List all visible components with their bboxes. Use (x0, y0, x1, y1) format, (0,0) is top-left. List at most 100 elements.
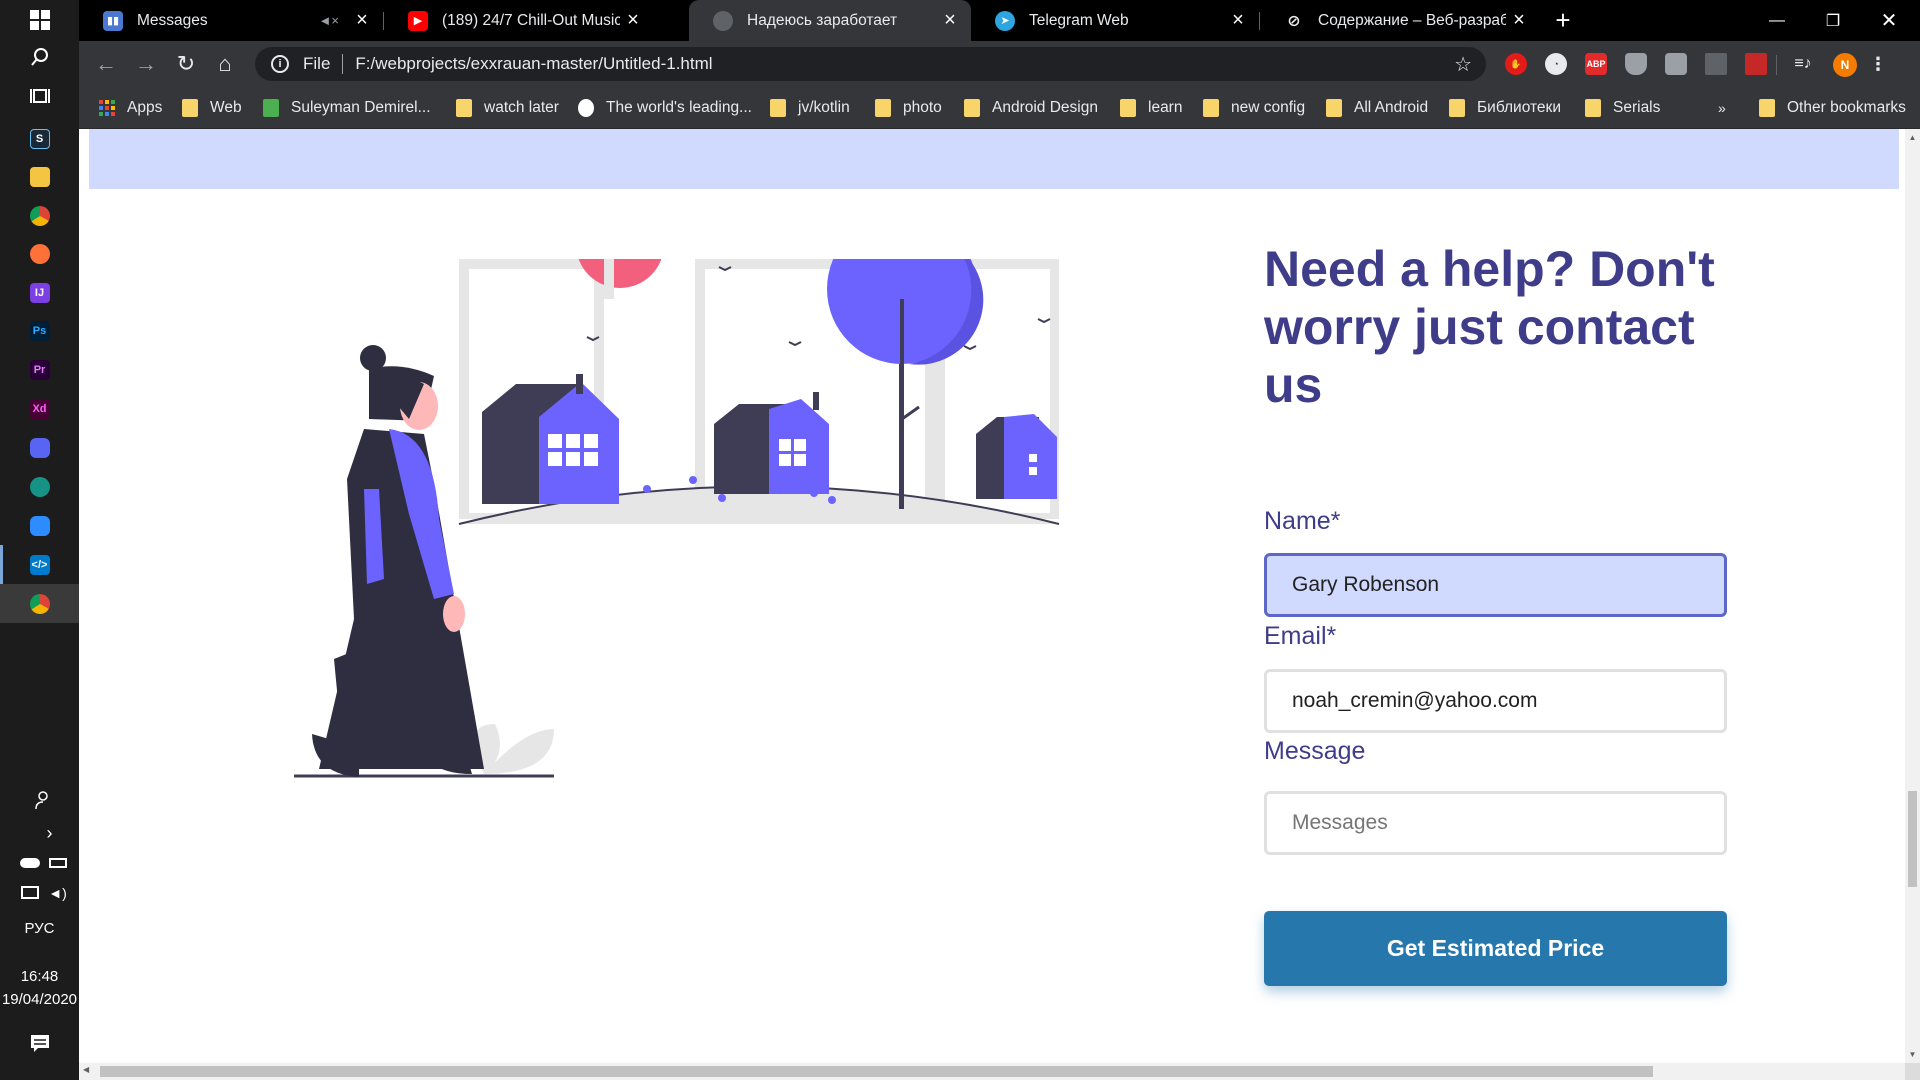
bookmark-item[interactable]: photo (875, 87, 942, 129)
language-indicator[interactable]: РУС (0, 920, 79, 937)
close-window-button[interactable]: ✕ (1861, 0, 1917, 41)
close-icon[interactable]: × (1506, 9, 1532, 32)
xd-icon[interactable]: Xd (0, 389, 79, 428)
scrollbar-thumb[interactable] (1908, 791, 1917, 887)
url-text[interactable]: F:/webprojects/exxrauan-master/Untitled-… (355, 54, 712, 74)
home-button[interactable]: ⌂ (210, 49, 240, 79)
clock-time[interactable]: 16:48 (0, 968, 79, 985)
bookmark-item[interactable]: watch later (456, 87, 559, 129)
bookmark-item[interactable]: learn (1120, 87, 1182, 129)
lightbulb-icon[interactable] (1665, 53, 1687, 75)
premiere-icon[interactable]: Pr (0, 350, 79, 389)
jetbrains-icon[interactable]: IJ (0, 273, 79, 312)
extension-speed-icon[interactable]: ◔ (1545, 53, 1567, 75)
bookmark-item[interactable]: Web (182, 87, 242, 129)
bookmark-item[interactable]: Serials (1585, 87, 1660, 129)
photoshop-icon[interactable]: Ps (0, 311, 79, 350)
scroll-down-arrow-icon[interactable]: ▼ (1905, 1050, 1920, 1059)
cube-icon[interactable] (1705, 53, 1727, 75)
restore-button[interactable]: ❐ (1805, 0, 1861, 41)
telegram-icon: ➤ (995, 10, 1015, 31)
folder-icon (1585, 99, 1601, 117)
bookmark-item[interactable]: new config (1203, 87, 1305, 129)
notification-icon[interactable] (0, 1023, 79, 1062)
name-input[interactable] (1264, 553, 1727, 617)
get-estimated-price-button[interactable]: Get Estimated Price (1264, 911, 1727, 986)
folder-icon (1326, 99, 1342, 117)
profile-avatar[interactable]: N (1833, 53, 1857, 77)
gitkraken-icon[interactable] (0, 467, 79, 506)
bookmarks-bar: Apps Web Suleyman Demirel... watch later… (79, 87, 1920, 129)
muted-audio-icon[interactable]: ◄× (319, 13, 339, 28)
forward-button[interactable]: → (131, 49, 161, 79)
close-icon[interactable]: × (937, 9, 963, 32)
file-explorer-icon[interactable] (0, 157, 79, 196)
bookmark-star-icon[interactable]: ☆ (1454, 52, 1472, 77)
menu-kebab-icon[interactable]: ⋮ (1867, 53, 1889, 75)
media-control-icon[interactable]: ≡♪ (1792, 53, 1814, 75)
folder-icon (770, 99, 786, 117)
bookmark-item[interactable]: The world's leading... (578, 87, 752, 129)
chrome-active-icon[interactable] (0, 584, 79, 623)
discord-icon[interactable] (0, 428, 79, 467)
page-title: Need a help? Don't worry just contact us (1264, 241, 1715, 413)
mdn-icon: ⊘ (1287, 12, 1301, 30)
reload-button[interactable]: ↻ (171, 49, 201, 79)
bookmarks-overflow-button[interactable]: » (1718, 87, 1726, 129)
bookmark-item[interactable]: All Android (1326, 87, 1428, 129)
start-windows-icon[interactable] (0, 0, 79, 39)
tab-telegram[interactable]: ➤ Telegram Web × (971, 0, 1259, 41)
tab-mdn[interactable]: ⊘ Содержание – Веб-разработка × (1260, 0, 1540, 41)
tab-youtube[interactable]: ▶ (189) 24/7 Chill-Out Music Stream × (384, 0, 654, 41)
plant-icon (473, 724, 554, 774)
top-band (89, 129, 1899, 189)
clock-date[interactable]: 19/04/2020 (0, 991, 79, 1008)
back-button[interactable]: ← (91, 49, 121, 79)
address-bar[interactable]: i File F:/webprojects/exxrauan-master/Un… (255, 47, 1486, 81)
extension-stop-icon[interactable]: ✋ (1505, 53, 1527, 75)
folder-icon (1120, 99, 1136, 117)
browser-chrome: ▮▮ Messages ◄× × ▶ (189) 24/7 Chill-Out … (79, 0, 1920, 129)
bookmark-other[interactable]: Other bookmarks (1759, 87, 1906, 129)
scrollbar-thumb[interactable] (100, 1066, 1653, 1077)
steam-icon[interactable]: S (0, 119, 79, 158)
email-label: Email* (1264, 622, 1337, 650)
house-small-icon (976, 414, 1057, 499)
scroll-up-arrow-icon[interactable]: ▲ (1905, 133, 1920, 142)
bookmark-item[interactable]: jv/kotlin (770, 87, 850, 129)
globe-icon (713, 10, 733, 31)
folder-icon (182, 99, 198, 117)
bookmark-item[interactable]: Библиотеки (1449, 87, 1561, 129)
task-view-icon[interactable] (0, 76, 79, 115)
messages-icon: ▮▮ (103, 10, 123, 31)
chrome-icon[interactable] (0, 196, 79, 235)
message-input[interactable] (1264, 791, 1727, 855)
close-icon[interactable]: × (1225, 9, 1251, 32)
bookmark-item[interactable]: Android Design (964, 87, 1098, 129)
github-icon (578, 99, 594, 117)
tab-active-page[interactable]: Надеюсь заработает × (689, 0, 971, 41)
close-icon[interactable]: × (349, 9, 375, 32)
adblock-icon[interactable]: ABP (1585, 53, 1607, 75)
search-icon[interactable] (0, 37, 79, 76)
horizontal-scrollbar[interactable]: ◀ (79, 1063, 1905, 1080)
new-tab-button[interactable]: + (1535, 0, 1591, 41)
bookmark-item[interactable]: Suleyman Demirel... (263, 87, 431, 129)
web-page: Need a help? Don't worry just contact us… (79, 129, 1905, 1063)
vscode-icon[interactable]: </> (0, 545, 79, 584)
firefox-icon[interactable] (0, 234, 79, 273)
folder-icon (1759, 99, 1775, 117)
bookmark-apps[interactable]: Apps (99, 87, 162, 129)
vertical-scrollbar[interactable]: ▲ ▼ (1905, 129, 1920, 1063)
email-input[interactable] (1264, 669, 1727, 733)
zoom-icon[interactable] (0, 506, 79, 545)
shield-icon[interactable] (1625, 53, 1647, 75)
site-icon (263, 99, 279, 117)
info-icon[interactable]: i (271, 55, 289, 73)
pdf-icon[interactable] (1745, 53, 1767, 75)
minimize-button[interactable]: — (1749, 0, 1805, 41)
scroll-left-arrow-icon[interactable]: ◀ (83, 1065, 89, 1074)
tab-messages[interactable]: ▮▮ Messages ◄× × (79, 0, 383, 41)
close-icon[interactable]: × (620, 9, 646, 32)
city-woman-illustration (294, 259, 1060, 778)
